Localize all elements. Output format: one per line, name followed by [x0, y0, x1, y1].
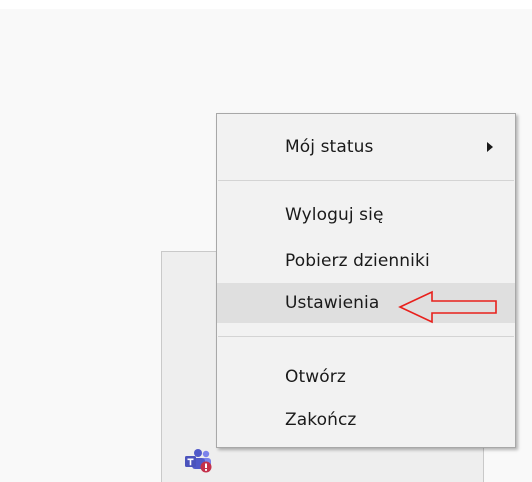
menu-item-label: Zakończ [285, 410, 357, 430]
submenu-arrow-icon [487, 142, 493, 152]
menu-item-my-status[interactable]: Mój status [217, 127, 515, 167]
menu-item-label: Ustawienia [285, 293, 380, 313]
menu-item-get-logs[interactable]: Pobierz dzienniki [217, 241, 515, 281]
tray-context-menu: Mój status Wyloguj się Pobierz dzienniki… [216, 113, 516, 448]
menu-item-quit[interactable]: Zakończ [217, 400, 515, 440]
menu-item-label: Otwórz [285, 367, 346, 387]
menu-item-label: Pobierz dzienniki [285, 251, 430, 271]
menu-item-label: Wyloguj się [285, 205, 384, 225]
menu-separator [218, 180, 514, 181]
menu-separator [218, 336, 514, 337]
menu-item-sign-out[interactable]: Wyloguj się [217, 195, 515, 235]
menu-item-open[interactable]: Otwórz [217, 357, 515, 397]
annotation-arrow-icon [398, 290, 497, 324]
menu-item-label: Mój status [285, 137, 374, 157]
teams-icon[interactable] [184, 448, 214, 474]
screen-top-edge [0, 0, 532, 9]
